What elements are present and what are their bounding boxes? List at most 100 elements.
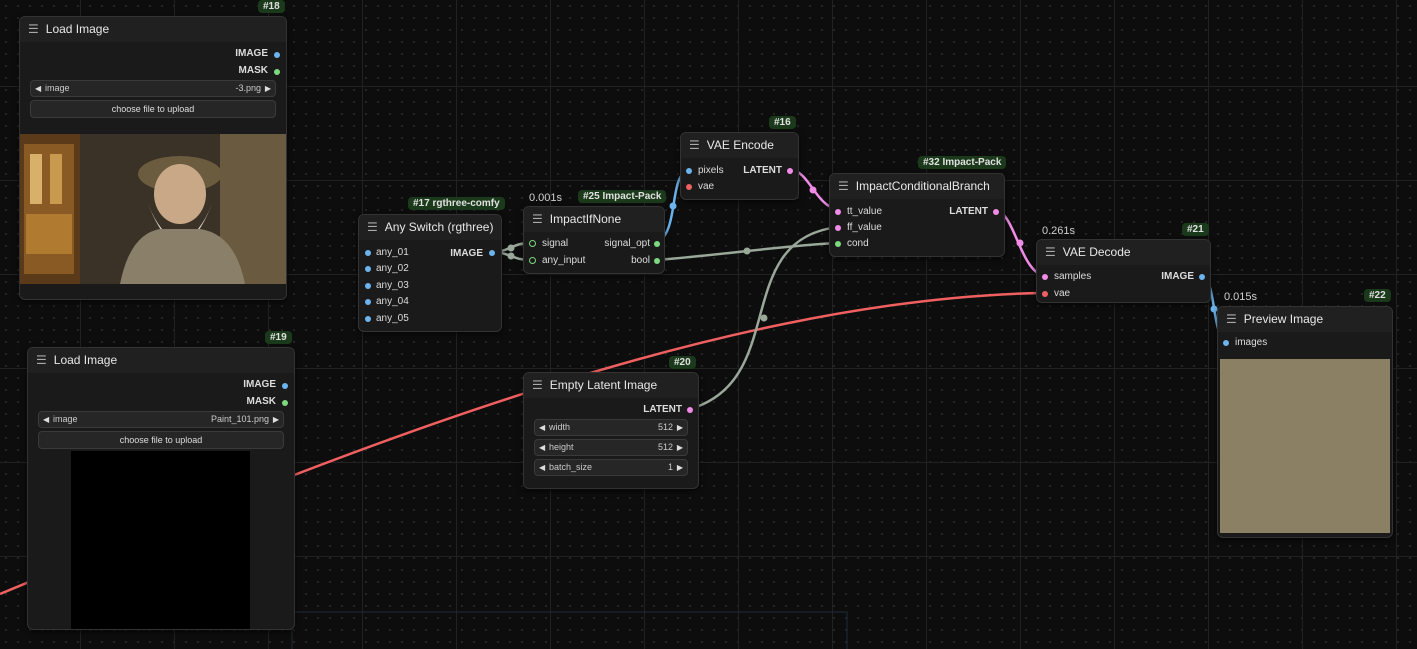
- empty-latent-image-node-20[interactable]: ☰ Empty Latent Image LATENT ◀ width 512 ▶…: [523, 372, 699, 489]
- preview-image-node-22[interactable]: ☰ Preview Image images: [1217, 306, 1393, 538]
- slot-label: images: [1235, 337, 1268, 348]
- batch-size-widget[interactable]: ◀ batch_size 1 ▶: [534, 459, 688, 476]
- node-header[interactable]: ☰ VAE Decode: [1037, 240, 1210, 265]
- output-mask-label: MASK: [238, 65, 268, 76]
- output-image-slot[interactable]: [489, 250, 495, 256]
- output-latent-slot[interactable]: [687, 407, 693, 413]
- node-badge: #21: [1182, 223, 1209, 236]
- input-slot-vae[interactable]: vae: [1042, 287, 1070, 301]
- input-slot-tt-value[interactable]: tt_value: [835, 205, 882, 219]
- height-widget[interactable]: ◀ height 512 ▶: [534, 439, 688, 456]
- image-combo-widget[interactable]: ◀ image -3.png ▶: [30, 80, 276, 97]
- output-latent-slot[interactable]: [787, 168, 793, 174]
- input-slot-cond[interactable]: cond: [835, 237, 869, 251]
- vae-encode-node-16[interactable]: ☰ VAE Encode pixels vae LATENT: [680, 132, 799, 200]
- slot-label: any_03: [376, 280, 409, 291]
- slot-label: any_input: [542, 255, 586, 266]
- slot-label: vae: [1054, 288, 1071, 299]
- node-title: VAE Decode: [1062, 245, 1131, 259]
- menu-icon[interactable]: ☰: [1226, 307, 1237, 332]
- execution-time: 0.261s: [1042, 225, 1076, 237]
- node-badge: #25 Impact-Pack: [578, 190, 667, 203]
- impact-if-none-node-25[interactable]: ☰ ImpactIfNone signal any_input signal_op…: [523, 206, 665, 274]
- node-title: Preview Image: [1243, 312, 1324, 326]
- widget-label: image: [53, 414, 78, 424]
- node-header[interactable]: ☰ Preview Image: [1218, 307, 1392, 332]
- input-slot-any-input[interactable]: any_input: [529, 254, 585, 268]
- input-slot-pixels[interactable]: pixels: [686, 164, 724, 178]
- output-slot-signal-opt[interactable]: [654, 241, 660, 247]
- output-image-label: IMAGE: [243, 379, 276, 390]
- widget-value: 512: [657, 422, 673, 432]
- node-header[interactable]: ☰ Any Switch (rgthree): [359, 215, 501, 240]
- node-badge: #20: [669, 356, 696, 369]
- input-slot-any-03[interactable]: any_03: [365, 279, 409, 293]
- node-badge: #32 Impact-Pack: [918, 156, 1007, 169]
- node-badge: #22: [1364, 289, 1391, 302]
- output-image-slot[interactable]: [282, 383, 288, 389]
- output-mask-slot[interactable]: [274, 69, 280, 75]
- menu-icon[interactable]: ☰: [689, 133, 700, 158]
- output-latent-label: LATENT: [949, 206, 988, 217]
- upload-button[interactable]: choose file to upload: [30, 100, 276, 118]
- input-slot-any-04[interactable]: any_04: [365, 295, 409, 309]
- arrow-right-icon[interactable]: ▶: [677, 440, 683, 455]
- image-combo-widget[interactable]: ◀ image Paint_101.png ▶: [38, 411, 284, 428]
- arrow-right-icon[interactable]: ▶: [273, 412, 279, 427]
- output-latent-slot[interactable]: [993, 209, 999, 215]
- impact-conditional-branch-node-32[interactable]: ☰ ImpactConditionalBranch tt_value ff_val…: [829, 173, 1005, 257]
- preview-output-image: [1220, 359, 1390, 533]
- arrow-left-icon[interactable]: ◀: [43, 412, 49, 427]
- menu-icon[interactable]: ☰: [36, 348, 47, 373]
- execution-time: 0.015s: [1224, 291, 1258, 303]
- output-image-slot[interactable]: [1199, 274, 1205, 280]
- arrow-left-icon[interactable]: ◀: [539, 460, 545, 475]
- input-slot-samples[interactable]: samples: [1042, 270, 1091, 284]
- widget-value: Paint_101.png: [210, 414, 269, 424]
- menu-icon[interactable]: ☰: [532, 373, 543, 398]
- node-header[interactable]: ☰ ImpactIfNone: [524, 207, 664, 232]
- menu-icon[interactable]: ☰: [1045, 240, 1056, 265]
- slot-label: pixels: [698, 165, 724, 176]
- output-slot-bool[interactable]: [654, 258, 660, 264]
- arrow-left-icon[interactable]: ◀: [539, 440, 545, 455]
- arrow-right-icon[interactable]: ▶: [265, 81, 271, 96]
- input-slot-any-02[interactable]: any_02: [365, 262, 409, 276]
- node-header[interactable]: ☰ ImpactConditionalBranch: [830, 174, 1004, 199]
- menu-icon[interactable]: ☰: [367, 215, 378, 240]
- node-header[interactable]: ☰ Empty Latent Image: [524, 373, 698, 398]
- output-image-slot[interactable]: [274, 52, 280, 58]
- upload-button[interactable]: choose file to upload: [38, 431, 284, 449]
- execution-time: 0.001s: [529, 192, 563, 204]
- load-image-node-18[interactable]: ☰ Load Image IMAGE MASK ◀ image -3.png ▶ …: [19, 16, 287, 300]
- menu-icon[interactable]: ☰: [532, 207, 543, 232]
- arrow-right-icon[interactable]: ▶: [677, 420, 683, 435]
- input-slot-vae[interactable]: vae: [686, 180, 714, 194]
- input-slot-any-01[interactable]: any_01: [365, 246, 409, 260]
- arrow-left-icon[interactable]: ◀: [35, 81, 41, 96]
- vae-decode-node-21[interactable]: ☰ VAE Decode samples vae IMAGE: [1036, 239, 1211, 303]
- input-slot-any-05[interactable]: any_05: [365, 312, 409, 326]
- node-header[interactable]: ☰ Load Image: [20, 17, 286, 42]
- arrow-left-icon[interactable]: ◀: [539, 420, 545, 435]
- node-header[interactable]: ☰ Load Image: [28, 348, 294, 373]
- node-header[interactable]: ☰ VAE Encode: [681, 133, 798, 158]
- menu-icon[interactable]: ☰: [838, 174, 849, 199]
- slot-label: cond: [847, 238, 869, 249]
- width-widget[interactable]: ◀ width 512 ▶: [534, 419, 688, 436]
- arrow-right-icon[interactable]: ▶: [677, 460, 683, 475]
- slot-label: ff_value: [847, 222, 882, 233]
- input-slot-signal[interactable]: signal: [529, 237, 568, 251]
- node-badge: #17 rgthree-comfy: [408, 197, 505, 210]
- input-slot-ff-value[interactable]: ff_value: [835, 221, 882, 235]
- node-title: Load Image: [53, 353, 118, 367]
- output-mask-slot[interactable]: [282, 400, 288, 406]
- input-slot-images[interactable]: images: [1223, 336, 1267, 350]
- node-badge: #16: [769, 116, 796, 129]
- any-switch-node-17[interactable]: ☰ Any Switch (rgthree) any_01 any_02 any_…: [358, 214, 502, 332]
- node-title: ImpactIfNone: [549, 212, 622, 226]
- node-title: Load Image: [45, 22, 110, 36]
- load-image-node-19[interactable]: ☰ Load Image IMAGE MASK ◀ image Paint_101…: [27, 347, 295, 630]
- menu-icon[interactable]: ☰: [28, 17, 39, 42]
- slot-label: vae: [698, 181, 715, 192]
